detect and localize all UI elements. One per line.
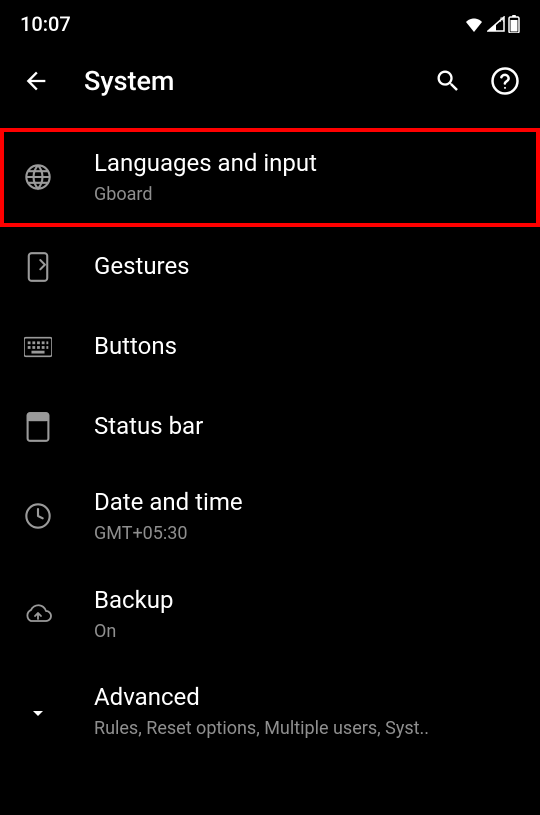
keyboard-icon [24, 333, 52, 361]
chevron-down-icon [24, 697, 52, 725]
settings-list: Languages and input Gboard Gestures [0, 120, 540, 758]
settings-item-status-bar[interactable]: Status bar [0, 387, 540, 467]
item-title: Advanced [94, 682, 516, 713]
settings-item-languages-input[interactable]: Languages and input Gboard [0, 128, 540, 227]
settings-item-advanced[interactable]: Advanced Rules, Reset options, Multiple … [0, 664, 540, 759]
settings-item-buttons[interactable]: Buttons [0, 307, 540, 387]
item-title: Buttons [94, 331, 516, 362]
settings-item-date-time[interactable]: Date and time GMT+05:30 [0, 467, 540, 566]
settings-item-backup[interactable]: Backup On [0, 565, 540, 664]
item-title: Status bar [94, 411, 516, 442]
search-button[interactable] [434, 67, 462, 95]
item-title: Date and time [94, 487, 516, 518]
item-title: Gestures [94, 251, 516, 282]
app-bar: System [0, 44, 540, 120]
item-title: Backup [94, 585, 516, 616]
status-bar-icon [24, 413, 52, 441]
cloud-upload-icon [24, 600, 52, 628]
status-bar: 10:07 R [0, 0, 540, 44]
help-button[interactable] [490, 66, 520, 96]
gestures-icon [24, 253, 52, 281]
back-button[interactable] [20, 65, 52, 97]
item-subtitle: Rules, Reset options, Multiple users, Sy… [94, 717, 516, 740]
clock-icon [24, 502, 52, 530]
wifi-icon [464, 16, 484, 32]
settings-item-gestures[interactable]: Gestures [0, 227, 540, 307]
status-time: 10:07 [20, 12, 71, 36]
svg-text:R: R [500, 18, 505, 24]
page-title: System [84, 65, 434, 97]
item-subtitle: Gboard [94, 183, 516, 206]
item-title: Languages and input [94, 148, 516, 179]
battery-icon [508, 15, 520, 33]
signal-icon: R [487, 16, 505, 32]
item-subtitle: GMT+05:30 [94, 522, 516, 545]
status-icons: R [464, 15, 520, 33]
item-subtitle: On [94, 620, 516, 643]
globe-icon [24, 163, 52, 191]
